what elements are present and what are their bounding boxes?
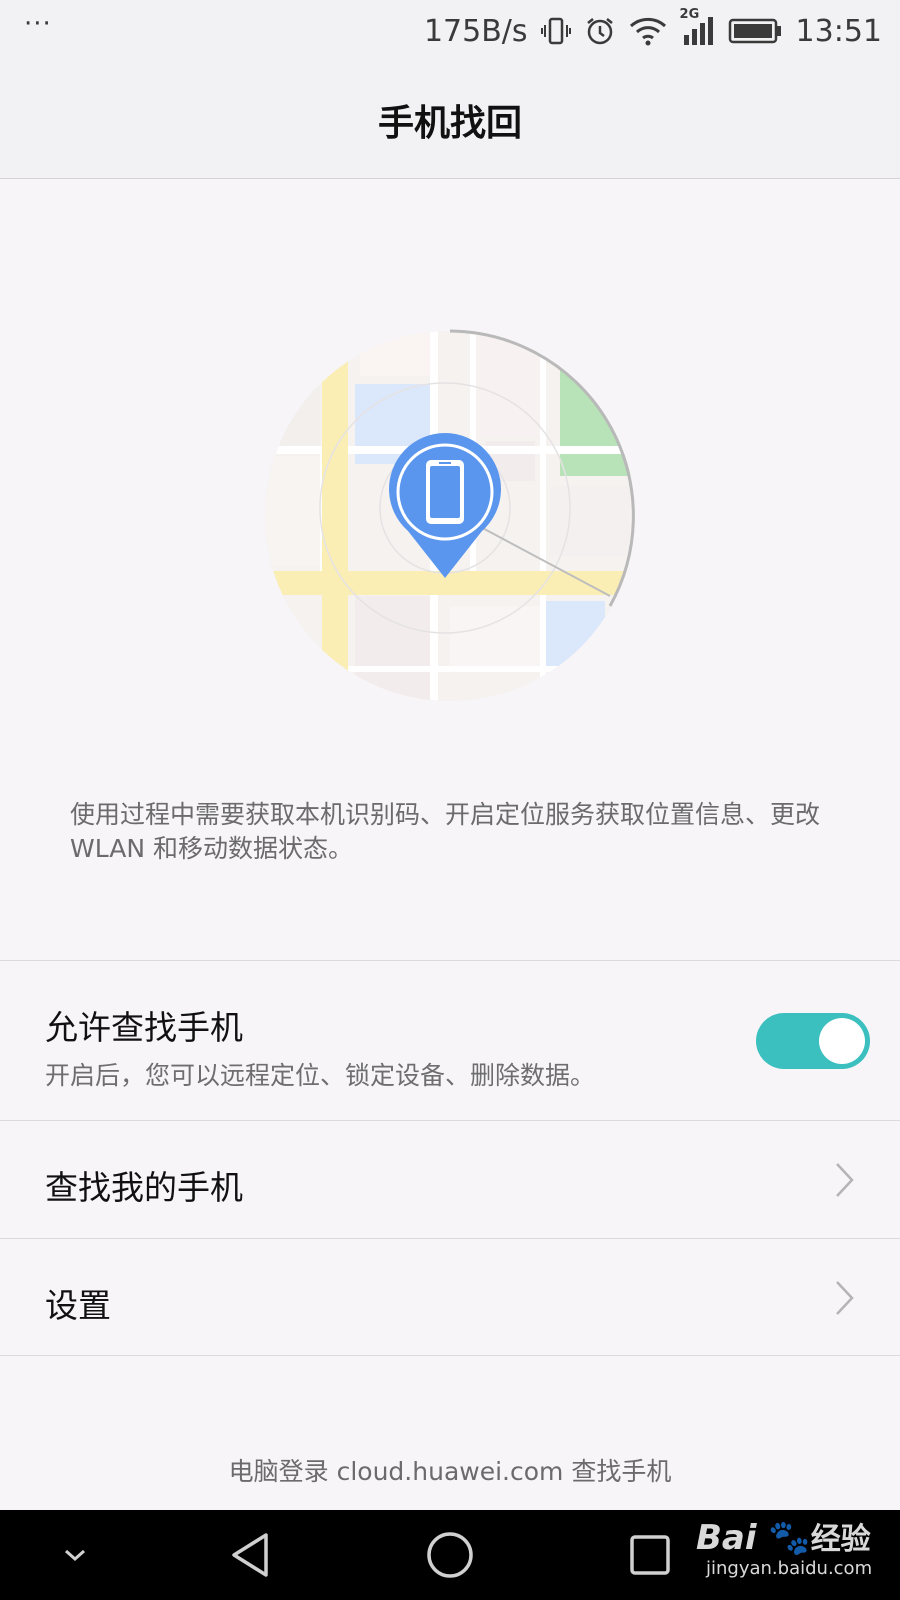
alarm-icon [584,15,616,47]
watermark-url: jingyan.baidu.com [706,1558,873,1579]
chevron-right-icon [836,1163,854,1197]
watermark-brand: Bai 🐾经验 [696,1518,871,1558]
status-bar: ··· 175B/s 2G 13:51 [0,0,900,62]
map-illustration [260,326,640,706]
network-type: 2G [679,7,700,22]
overflow-dots: ··· [24,9,52,39]
allow-find-phone-subtitle: 开启后，您可以远程定位、锁定设备、删除数据。 [45,1061,596,1090]
settings-title: 设置 [45,1286,111,1325]
wifi-icon [628,15,668,47]
signal-icon: 2G [680,7,716,47]
cloud-login-hint[interactable]: 电脑登录 cloud.huawei.com 查找手机 [0,1452,900,1488]
home-icon[interactable] [410,1510,490,1600]
app-bar: 手机找回 [0,62,900,179]
battery-icon [728,15,784,47]
baidu-watermark: Bai 🐾经验 jingyan.baidu.com [696,1500,886,1590]
find-my-phone-row[interactable]: 查找我的手机 [0,1120,900,1238]
settings-list: 允许查找手机 开启后，您可以远程定位、锁定设备、删除数据。 查找我的手机 设置 [0,960,900,1356]
status-icons: 175B/s 2G 13:51 [423,7,882,49]
phone-icon [426,460,464,524]
allow-find-phone-toggle[interactable] [756,1013,870,1069]
settings-row[interactable]: 设置 [0,1238,900,1356]
permission-notice: 使用过程中需要获取本机识别码、开启定位服务获取位置信息、更改 WLAN 和移动数… [70,800,821,863]
toggle-knob [819,1018,865,1064]
chevron-right-icon [836,1281,854,1315]
page-title: 手机找回 [377,103,522,144]
collapse-icon[interactable] [40,1510,110,1600]
allow-find-phone-title: 允许查找手机 [45,1008,243,1047]
vibrate-icon [540,15,572,47]
clock: 13:51 [795,13,882,49]
recents-icon[interactable] [610,1510,690,1600]
net-speed: 175B/s [423,13,528,49]
find-my-phone-title: 查找我的手机 [45,1168,243,1207]
allow-find-phone-row[interactable]: 允许查找手机 开启后，您可以远程定位、锁定设备、删除数据。 [0,960,900,1120]
back-icon[interactable] [210,1510,290,1600]
